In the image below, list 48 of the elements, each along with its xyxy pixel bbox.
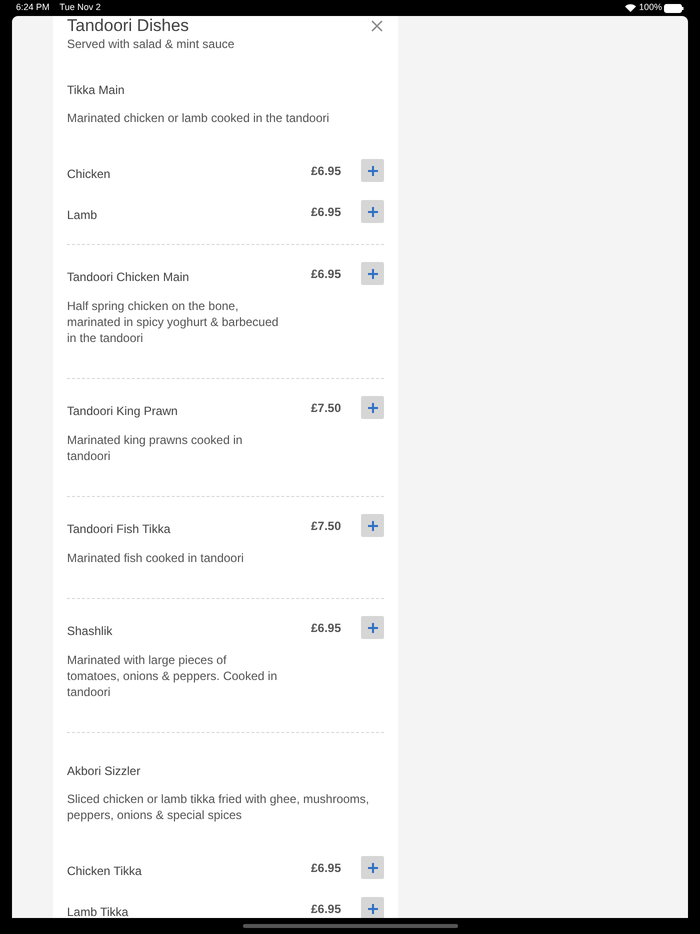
plus-icon bbox=[366, 206, 378, 218]
add-button[interactable] bbox=[361, 262, 384, 285]
item-name: Chicken bbox=[67, 166, 112, 182]
item-price: £6.95 bbox=[310, 900, 341, 918]
close-icon[interactable] bbox=[371, 20, 383, 32]
add-button[interactable] bbox=[361, 159, 384, 182]
item-name: Lamb Tikka bbox=[67, 904, 130, 918]
plus-icon bbox=[366, 268, 378, 280]
item-price: £6.95 bbox=[310, 162, 341, 180]
item-price: £7.50 bbox=[310, 400, 341, 416]
item-price: £6.95 bbox=[310, 266, 341, 282]
item-name: Tandoori King Prawn bbox=[67, 402, 179, 418]
plus-icon bbox=[366, 402, 378, 414]
plus-icon bbox=[366, 520, 378, 532]
item-name: Shashlik bbox=[67, 622, 114, 638]
section-title: Tandoori Dishes bbox=[67, 16, 190, 36]
item-price: £7.50 bbox=[310, 518, 341, 534]
plus-icon bbox=[366, 902, 378, 914]
group-description: Sliced chicken or lamb tikka fried with ghee, mushrooms, peppers, onions & special spices bbox=[67, 791, 370, 823]
plus-icon bbox=[366, 862, 378, 874]
dish-description: Half spring chicken on the bone, marinated in spicy yoghurt & barbecued in the tandoori bbox=[67, 298, 279, 346]
add-button[interactable] bbox=[361, 514, 384, 537]
item-price: £6.95 bbox=[310, 620, 341, 636]
wifi-icon bbox=[624, 4, 636, 12]
dish-description: Marinated fish cooked in tandoori bbox=[67, 550, 245, 566]
add-button[interactable] bbox=[361, 856, 384, 879]
battery-icon bbox=[664, 4, 684, 12]
add-button[interactable] bbox=[361, 616, 384, 639]
item-name: Chicken Tikka bbox=[67, 862, 143, 878]
plus-icon bbox=[366, 622, 378, 634]
group-description: Marinated chicken or lamb cooked in the tandoori bbox=[67, 110, 330, 126]
group-name: Tikka Main bbox=[67, 82, 126, 98]
add-button[interactable] bbox=[361, 897, 384, 918]
status-date: Tue Nov 2 bbox=[60, 1, 102, 14]
add-button[interactable] bbox=[361, 396, 384, 419]
dish-description: Marinated king prawns cooked in tandoori bbox=[67, 432, 244, 464]
plus-icon bbox=[366, 164, 378, 176]
dish-description: Marinated with large pieces of tomatoes, onions & peppers. Cooked in tandoori bbox=[67, 652, 278, 700]
group-name: Akbori Sizzler bbox=[67, 763, 142, 779]
item-name: Lamb bbox=[67, 206, 98, 222]
item-price: £6.95 bbox=[310, 204, 341, 220]
item-name: Tandoori Fish Tikka bbox=[67, 520, 172, 536]
item-name: Tandoori Chicken Main bbox=[67, 268, 190, 284]
item-price: £6.95 bbox=[310, 860, 341, 876]
battery-percent: 100% bbox=[638, 1, 662, 14]
section-note: Served with salad & mint sauce bbox=[67, 36, 236, 52]
add-button[interactable] bbox=[361, 200, 384, 223]
status-time: 6:24 PM bbox=[16, 1, 50, 14]
